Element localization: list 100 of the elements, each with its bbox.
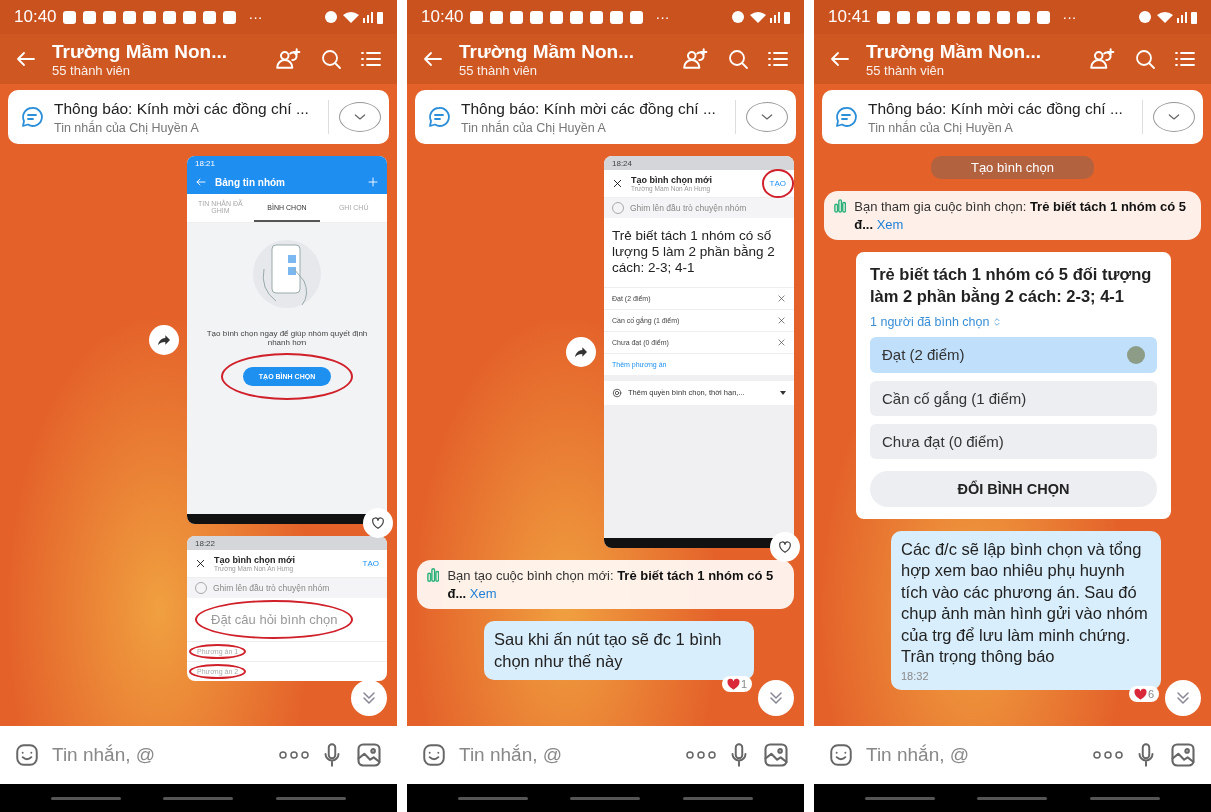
- pin-label: Ghim lên đầu trò chuyện nhóm: [630, 203, 747, 213]
- image-button[interactable]: [762, 741, 790, 769]
- heart-button[interactable]: [363, 508, 393, 538]
- screenshot-title: Bảng tin nhóm: [215, 176, 286, 188]
- app-notification-icon: [62, 10, 76, 24]
- pinned-message[interactable]: Thông báo: Kính mời các đồng chí ... Tin nhắn của Chị Huyền A: [8, 90, 389, 144]
- pinned-subtitle: Tin nhắn của Chị Huyền A: [868, 120, 1014, 135]
- app-notification-icon: [509, 10, 523, 24]
- heart-icon: [777, 539, 793, 555]
- remove-icon[interactable]: [777, 293, 786, 303]
- group-title: Trường Mầm Non...: [459, 40, 636, 63]
- pinned-message[interactable]: Thông báo: Kính mời các đồng chí ... Tin nhắn của Chị Huyền A: [822, 90, 1203, 144]
- screenshot-status-time: 18:24: [612, 158, 633, 168]
- screenshot-status-time: 18:22: [195, 538, 216, 548]
- scroll-down-button[interactable]: [351, 680, 387, 716]
- add-people-icon: [1087, 46, 1117, 72]
- app-notification-icon: [956, 10, 970, 24]
- app-notification-icon: [122, 10, 136, 24]
- scroll-down-button[interactable]: [1165, 680, 1201, 716]
- voters-link[interactable]: 1 người đã bình chọn: [870, 314, 990, 329]
- heart-icon: [726, 677, 740, 690]
- image-button[interactable]: [355, 741, 383, 769]
- question-field[interactable]: Đặt câu hỏi bình chọn: [201, 604, 348, 635]
- smiley-icon: [421, 742, 447, 768]
- system-status-icons: [325, 10, 383, 24]
- voter-avatar: [1127, 345, 1145, 364]
- plus-icon: [367, 176, 379, 188]
- create-button[interactable]: TẠO: [769, 179, 786, 188]
- change-vote-button[interactable]: ĐỔI BÌNH CHỌN: [870, 470, 1157, 507]
- status-time: 10:40: [421, 7, 464, 27]
- app-notification-icon: [996, 10, 1010, 24]
- group-title: Trường Mầm Non...: [866, 40, 1043, 63]
- message-time: 18:32: [901, 669, 930, 682]
- reaction-badge[interactable]: 6: [1128, 685, 1159, 702]
- emoji-button[interactable]: [828, 742, 854, 768]
- scroll-down-button[interactable]: [758, 680, 794, 716]
- share-button[interactable]: [149, 325, 179, 355]
- share-button[interactable]: [566, 337, 596, 367]
- app-notification-icon: [896, 10, 910, 24]
- pinned-title: Thông báo: Kính mời các đồng chí ...: [868, 99, 1124, 118]
- add-people-icon: [273, 46, 303, 72]
- ink-circle-annotation: [189, 664, 247, 679]
- status-more: ···: [1062, 9, 1077, 25]
- pinned-message[interactable]: Thông báo: Kính mời các đồng chí ... Tin nhắn của Chị Huyền A: [415, 90, 796, 144]
- close-icon: [612, 178, 623, 189]
- poll-notice-text: Bạn tạo cuộc bình chọn mới: Trẻ biết tách 1 nhóm có 5 đ... Xem: [447, 567, 775, 603]
- heart-button[interactable]: [770, 532, 800, 562]
- create-button[interactable]: TẠO: [362, 559, 379, 568]
- app-notification-icon: [629, 10, 643, 24]
- heart-icon: [370, 515, 386, 531]
- remove-icon[interactable]: [777, 315, 786, 325]
- app-notification-icon: [182, 10, 196, 24]
- chat-bubble-icon: [427, 105, 451, 129]
- expand-button[interactable]: [1153, 102, 1195, 132]
- more-button[interactable]: [279, 751, 309, 759]
- smiley-icon: [828, 742, 854, 768]
- emoji-button[interactable]: [14, 742, 40, 768]
- heart-icon: [1133, 687, 1147, 700]
- close-icon: [195, 558, 206, 569]
- app-notification-icon: [549, 10, 563, 24]
- more-button[interactable]: [1093, 751, 1123, 759]
- image-button[interactable]: [1169, 741, 1197, 769]
- poll-notice-text: Bạn tham gia cuộc bình chọn: Trẻ biết tách 1 nhóm có 5 đ... Xem: [854, 198, 1187, 234]
- add-people-icon: [680, 46, 710, 72]
- app-notification-icon: [936, 10, 950, 24]
- system-message: Tạo bình chọn: [930, 156, 1095, 179]
- member-count: 55 thành viên: [866, 62, 946, 78]
- poll-option[interactable]: Cần cố gắng (1 điểm): [870, 380, 1157, 416]
- pinned-subtitle: Tin nhắn của Chị Huyền A: [461, 120, 607, 135]
- search-icon: [1133, 47, 1157, 71]
- status-time: 10:41: [828, 7, 871, 27]
- image-icon: [1169, 741, 1197, 769]
- app-notification-icon: [82, 10, 96, 24]
- app-notification-icon: [469, 10, 483, 24]
- back-arrow-icon: [195, 176, 207, 188]
- message-text: Các đ/c sẽ lập bình chọn và tổng hợp xem bao nhiêu phụ huynh tích vào các phương án. Sau đó chụp ảnh màn hình gửi vào nhóm của trg để lưu làm minh chứng. Trân trọng thông báo: [901, 538, 1149, 668]
- search-icon: [726, 47, 750, 71]
- view-link[interactable]: Xem: [469, 585, 497, 601]
- gear-icon: [612, 387, 622, 398]
- poll-bars-icon: [427, 567, 440, 583]
- app-notification-icon: [489, 10, 503, 24]
- app-notification-icon: [876, 10, 890, 24]
- reaction-badge[interactable]: 1: [721, 675, 752, 692]
- poll-option[interactable]: Đạt (2 điểm): [870, 336, 1157, 373]
- screenshot-hint: Tạo bình chọn ngay để giúp nhóm quyết định nhanh hơn: [205, 329, 369, 347]
- expand-chevrons-icon: [992, 315, 1003, 328]
- expand-button[interactable]: [339, 102, 381, 132]
- member-count: 55 thành viên: [459, 62, 539, 78]
- app-notification-icon: [202, 10, 216, 24]
- emoji-button[interactable]: [421, 742, 447, 768]
- pin-label: Ghim lên đầu trò chuyện nhóm: [213, 583, 330, 593]
- remove-icon[interactable]: [777, 337, 786, 347]
- screenshot-image[interactable]: [604, 156, 794, 548]
- more-button[interactable]: [686, 751, 716, 759]
- app-notification-icon: [569, 10, 583, 24]
- screenshot-title: Tạo bình chọn mới: [214, 555, 296, 565]
- poll-option[interactable]: Chưa đạt (0 điểm): [870, 423, 1157, 459]
- expand-button[interactable]: [746, 102, 788, 132]
- view-link[interactable]: Xem: [876, 216, 904, 232]
- smiley-icon: [14, 742, 40, 768]
